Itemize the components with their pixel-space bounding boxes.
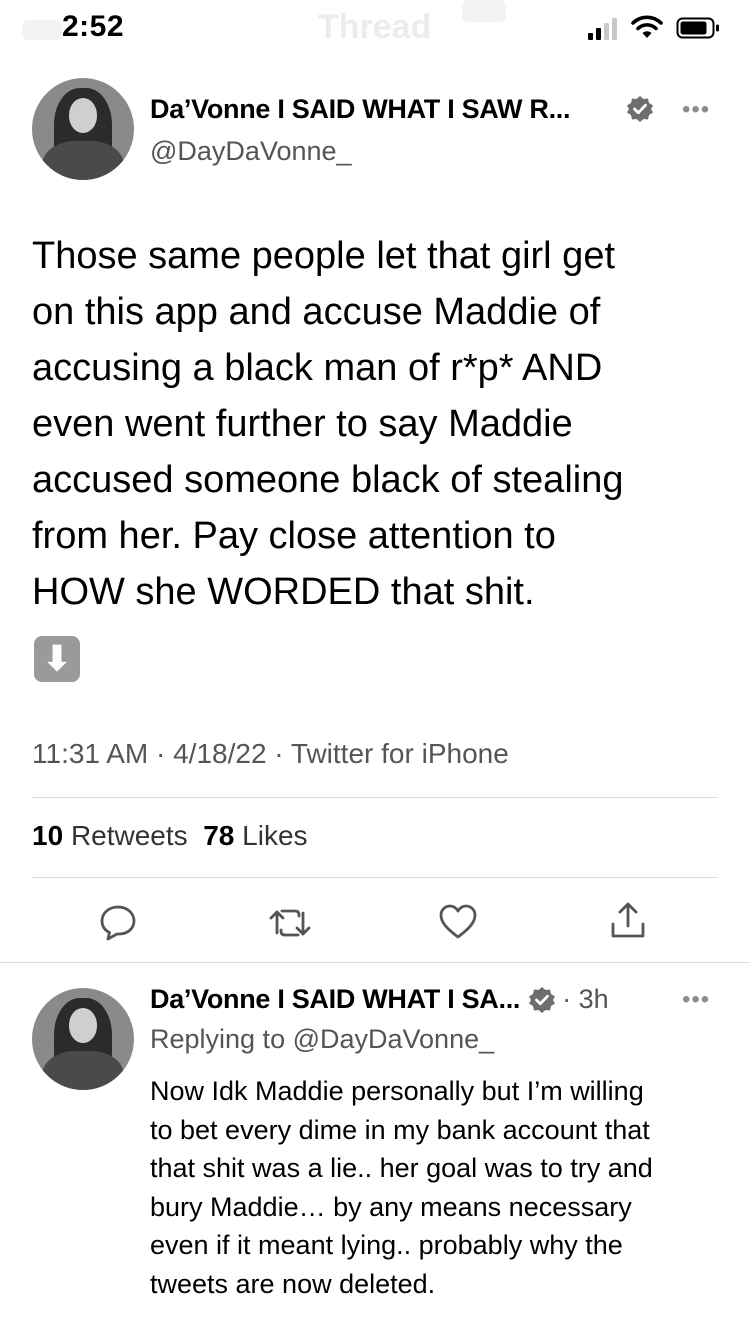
reply-line: tweets are now deleted. (150, 1268, 436, 1299)
reply-line: that shit was a lie.. her goal was to tr… (150, 1153, 653, 1183)
tweet-line: Those same people let that girl get (32, 235, 616, 277)
tweet-line: HOW she WORDED that shit. (32, 571, 535, 613)
retweets-count[interactable]: 10 (32, 820, 63, 851)
reply-author-name[interactable]: Da’Vonne I SAID WHAT I SA... (150, 984, 520, 1015)
share-icon[interactable] (608, 900, 648, 940)
tweet-text: Those same people let that girl get on t… (32, 228, 722, 620)
replying-to[interactable]: Replying to @DayDaVonne_ (150, 1024, 494, 1055)
reply-text: Now Idk Maddie personally but I’m willin… (150, 1072, 730, 1303)
battery-icon (676, 17, 719, 39)
signal-icon (588, 18, 617, 40)
verified-badge-icon (627, 96, 653, 122)
reply-line: even if it meant lying.. probably why th… (150, 1230, 623, 1260)
reply-avatar[interactable] (32, 988, 134, 1090)
tweet-line: accused someone black of stealing (32, 459, 624, 501)
reply-line: bury Maddie… by any means necessary (150, 1191, 632, 1222)
divider (32, 877, 718, 878)
tweet-line: on this app and accuse Maddie of (32, 291, 601, 333)
avatar[interactable] (32, 78, 134, 180)
reply-line: to bet every dime in my bank account tha… (150, 1114, 650, 1145)
reply-header: Da’Vonne I SAID WHAT I SA... · 3h (150, 984, 609, 1015)
likes-label[interactable]: Likes (242, 820, 307, 851)
more-options-icon[interactable]: ••• (682, 986, 710, 1014)
tweet-line: even went further to say Maddie (32, 403, 573, 445)
tweet-stats: 10 Retweets 78 Likes (32, 820, 308, 852)
status-time: 2:52 (62, 10, 125, 43)
reply-icon[interactable] (98, 902, 138, 942)
like-icon[interactable] (438, 902, 478, 942)
retweets-label[interactable]: Retweets (71, 820, 188, 851)
down-arrow-emoji-icon: ⬇ (34, 636, 80, 682)
header-action (462, 0, 506, 22)
section-divider (0, 962, 750, 963)
reply-line: Now Idk Maddie personally but I’m willin… (150, 1076, 644, 1106)
tweet-line: accusing a black man of r*p* AND (32, 347, 603, 389)
retweet-icon[interactable] (268, 903, 312, 943)
reply-time[interactable]: · 3h (562, 984, 609, 1015)
author-handle[interactable]: @DayDaVonne_ (150, 136, 352, 167)
tweet-line: from her. Pay close attention to (32, 515, 556, 557)
back-button[interactable] (22, 20, 62, 40)
page-title: Thread (318, 8, 432, 46)
verified-badge-icon (529, 986, 556, 1013)
more-options-icon[interactable]: ••• (682, 96, 710, 124)
tweet-timestamp[interactable]: 11:31 AM · 4/18/22 · Twitter for iPhone (32, 738, 509, 770)
wifi-icon (631, 15, 663, 38)
author-name[interactable]: Da’Vonne I SAID WHAT I SAW R... (150, 94, 571, 125)
likes-count[interactable]: 78 (203, 820, 234, 851)
divider (32, 797, 718, 798)
